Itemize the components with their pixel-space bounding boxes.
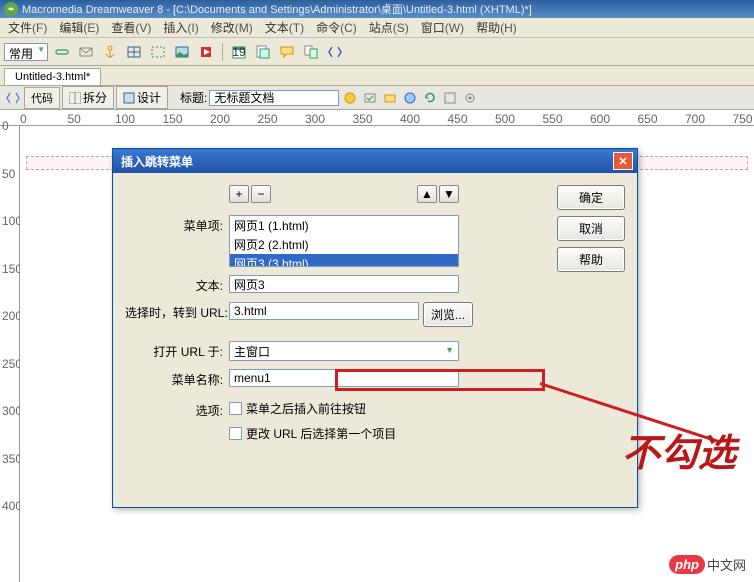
separator: [222, 43, 223, 61]
browse-button[interactable]: 浏览...: [423, 302, 473, 327]
ruler-horizontal: 0501001502002503003504004505005506006507…: [0, 110, 754, 126]
view-options-icon[interactable]: [441, 89, 459, 107]
ruler-vertical: 050100150200250300350400: [0, 126, 20, 582]
open-in-select[interactable]: 主窗口: [229, 341, 459, 361]
text-label: 文本:: [125, 275, 229, 294]
insert-category-select[interactable]: 常用: [4, 43, 48, 61]
menu-bar: 文件(F) 编辑(E) 查看(V) 插入(I) 修改(M) 文本(T) 命令(C…: [0, 18, 754, 38]
validate-icon[interactable]: [341, 89, 359, 107]
list-item[interactable]: 网页3 (3.html): [230, 254, 458, 267]
menu-file[interactable]: 文件(F): [4, 17, 51, 38]
menu-edit[interactable]: 编辑(E): [55, 17, 103, 38]
document-tab-strip: Untitled-3.html*: [0, 66, 754, 86]
table-icon[interactable]: [124, 42, 144, 62]
select-first-after-change-checkbox[interactable]: [229, 427, 242, 440]
comment-icon[interactable]: [277, 42, 297, 62]
menu-window[interactable]: 窗口(W): [417, 17, 468, 38]
help-button[interactable]: 帮助: [557, 247, 625, 272]
remove-item-button[interactable]: −: [251, 185, 271, 203]
image-icon[interactable]: [172, 42, 192, 62]
check-browser-icon[interactable]: [361, 89, 379, 107]
cancel-button[interactable]: 取消: [557, 216, 625, 241]
title-input[interactable]: [209, 90, 339, 106]
title-label: 标题:: [180, 89, 207, 106]
move-up-button[interactable]: ▲: [417, 185, 437, 203]
list-item[interactable]: 网页1 (1.html): [230, 216, 458, 235]
document-toolbar: 代码 拆分 设计 标题:: [0, 86, 754, 110]
split-view-button[interactable]: 拆分: [62, 86, 114, 109]
dialog-close-button[interactable]: ✕: [613, 152, 633, 170]
watermark-text: 中文网: [707, 555, 746, 574]
menu-commands[interactable]: 命令(C): [312, 17, 361, 38]
annotation-text: 不勾选: [622, 422, 736, 477]
list-item[interactable]: 网页2 (2.html): [230, 235, 458, 254]
tag-chooser-icon[interactable]: [325, 42, 345, 62]
insert-toolbar: 常用 19: [0, 38, 754, 66]
menu-insert[interactable]: 插入(I): [159, 17, 202, 38]
watermark: php 中文网: [669, 555, 746, 574]
menu-text[interactable]: 文本(T): [261, 17, 308, 38]
menu-items-listbox[interactable]: 网页1 (1.html) 网页2 (2.html) 网页3 (3.html): [229, 215, 459, 267]
insert-jump-menu-dialog: 插入跳转菜单 ✕ + − ▲ ▼ 菜单项:: [112, 148, 638, 508]
url-input[interactable]: [229, 302, 419, 320]
server-include-icon[interactable]: [253, 42, 273, 62]
url-label: 选择时，转到 URL:: [125, 302, 229, 321]
watermark-badge: php: [669, 555, 705, 574]
show-code-icon[interactable]: [4, 89, 22, 107]
menu-view[interactable]: 查看(V): [107, 17, 155, 38]
design-view-button[interactable]: 设计: [116, 86, 168, 109]
hyperlink-icon[interactable]: [52, 42, 72, 62]
dialog-title-bar[interactable]: 插入跳转菜单 ✕: [113, 149, 637, 173]
preview-icon[interactable]: [401, 89, 419, 107]
anchor-icon[interactable]: [100, 42, 120, 62]
templates-icon[interactable]: [301, 42, 321, 62]
media-icon[interactable]: [196, 42, 216, 62]
checkbox2-label: 更改 URL 后选择第一个项目: [246, 425, 396, 442]
add-item-button[interactable]: +: [229, 185, 249, 203]
dialog-title: 插入跳转菜单: [117, 153, 613, 170]
ok-button[interactable]: 确定: [557, 185, 625, 210]
checkbox1-label: 菜单之后插入前往按钮: [246, 400, 366, 417]
menu-name-input[interactable]: [229, 369, 459, 387]
date-icon[interactable]: 19: [229, 42, 249, 62]
svg-text:19: 19: [232, 45, 246, 59]
app-icon: [4, 2, 18, 16]
menu-help[interactable]: 帮助(H): [472, 17, 521, 38]
menu-items-label: 菜单项:: [125, 215, 229, 234]
refresh-icon[interactable]: [421, 89, 439, 107]
menu-name-label: 菜单名称:: [125, 369, 229, 388]
menu-site[interactable]: 站点(S): [365, 17, 413, 38]
insert-go-button-checkbox[interactable]: [229, 402, 242, 415]
email-link-icon[interactable]: [76, 42, 96, 62]
open-in-label: 打开 URL 于:: [125, 341, 229, 360]
visual-aids-icon[interactable]: [461, 89, 479, 107]
document-tab[interactable]: Untitled-3.html*: [4, 68, 101, 85]
code-view-button[interactable]: 代码: [24, 87, 60, 109]
move-down-button[interactable]: ▼: [439, 185, 459, 203]
div-icon[interactable]: [148, 42, 168, 62]
window-title: Macromedia Dreamweaver 8 - [C:\Documents…: [22, 1, 532, 17]
text-input[interactable]: [229, 275, 459, 293]
window-title-bar: Macromedia Dreamweaver 8 - [C:\Documents…: [0, 0, 754, 18]
file-management-icon[interactable]: [381, 89, 399, 107]
menu-modify[interactable]: 修改(M): [207, 17, 257, 38]
options-label: 选项:: [125, 400, 229, 419]
